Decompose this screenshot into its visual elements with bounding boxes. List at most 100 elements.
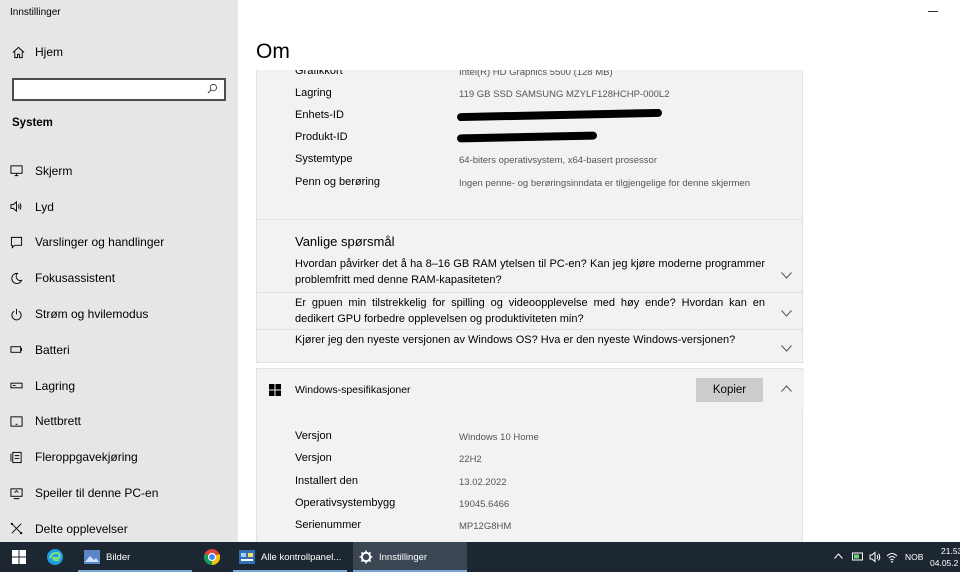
sidebar-item-strom[interactable]: Strøm og hvilemodus — [10, 296, 230, 332]
spec-value: MP12G8HM — [459, 521, 512, 532]
monitor-icon — [10, 165, 23, 177]
multitask-icon — [10, 451, 22, 463]
chevron-down-icon[interactable] — [781, 272, 792, 279]
windows-logo-icon — [269, 384, 281, 396]
tablet-icon — [10, 416, 23, 427]
redaction-mark — [456, 108, 663, 122]
copy-button[interactable]: Kopier — [696, 378, 763, 402]
chevron-up-icon[interactable] — [834, 553, 843, 559]
faq-question: Hvordan påvirker det å ha 8–16 GB RAM yt… — [295, 258, 765, 286]
faq-title: Vanlige spørsmål — [295, 234, 395, 249]
taskbar-app-label: Bilder — [106, 551, 131, 563]
edge-icon[interactable] — [46, 548, 64, 566]
spec-value: 64-biters operativsystem, x64-basert pro… — [459, 155, 657, 166]
chevron-up-icon[interactable] — [781, 385, 792, 392]
spec-key: Versjon — [295, 452, 332, 464]
faq-item-ram[interactable]: Hvordan påvirker det å ha 8–16 GB RAM yt… — [257, 255, 804, 292]
windows-specifications-card: Windows-spesifikasjoner Kopier Versjon W… — [256, 368, 804, 543]
faq-card: Vanlige spørsmål Hvordan påvirker det å … — [256, 219, 804, 363]
taskbar-app-photos[interactable]: Bilder — [78, 542, 192, 572]
nav-list: Skjerm Lyd Varslinger og handlinger Foku… — [10, 153, 230, 547]
sidebar-item-label: Nettbrett — [35, 414, 82, 429]
spec-key: Grafikkort — [295, 70, 343, 77]
home-label: Hjem — [35, 45, 64, 59]
chevron-down-icon[interactable] — [781, 345, 792, 352]
spec-key: Enhets-ID — [295, 109, 344, 121]
sidebar-item-varslinger[interactable]: Varslinger og handlinger — [10, 225, 230, 261]
spec-value: 119 GB SSD SAMSUNG MZYLF128HCHP-000L2 — [459, 89, 670, 100]
storage-icon — [10, 382, 23, 389]
windows-specifications-title: Windows-spesifikasjoner — [295, 384, 411, 396]
minimize-button[interactable] — [928, 11, 938, 12]
search-icon[interactable] — [207, 83, 218, 94]
sidebar-item-label: Varslinger og handlinger — [35, 235, 165, 250]
sidebar-item-skjerm[interactable]: Skjerm — [10, 153, 230, 189]
search-box[interactable] — [12, 78, 226, 101]
app-title: Innstillinger — [10, 7, 61, 18]
spec-key: Operativsystembygg — [295, 497, 396, 509]
spec-key: Serienummer — [295, 519, 362, 531]
chrome-icon[interactable] — [203, 548, 221, 566]
faq-question: Er gpuen min tilstrekkelig for spilling … — [295, 297, 765, 325]
search-input[interactable] — [14, 80, 202, 100]
home-icon — [12, 46, 25, 58]
spec-value: Windows 10 Home — [459, 432, 539, 443]
sidebar-item-lagring[interactable]: Lagring — [10, 368, 230, 404]
wifi-icon[interactable] — [886, 551, 898, 563]
spec-value: Intel(R) HD Graphics 5500 (128 MB) — [459, 70, 613, 78]
spec-key: Produkt-ID — [295, 131, 348, 143]
sidebar-item-lyd[interactable]: Lyd — [10, 189, 230, 225]
section-label-system: System — [12, 117, 53, 129]
sidebar-item-batteri[interactable]: Batteri — [10, 332, 230, 368]
sidebar-item-label: Fleroppgavekjøring — [35, 450, 138, 465]
taskbar-app-control-panel[interactable]: Alle kontrollpanel... — [233, 542, 347, 572]
sidebar-item-label: Delte opplevelser — [35, 521, 128, 536]
sidebar-item-label: Batteri — [35, 342, 70, 357]
clock-date: 04.05.2 — [930, 558, 959, 568]
faq-item-windows[interactable]: Kjører jeg den nyeste versjonen av Windo… — [257, 329, 804, 363]
page-title: Om — [256, 40, 290, 63]
home-nav-item[interactable]: Hjem — [12, 45, 63, 59]
sidebar-item-label: Lyd — [35, 199, 54, 214]
spec-key: Systemtype — [295, 153, 353, 165]
redaction-mark — [456, 131, 598, 143]
sidebar-item-label: Speiler til denne PC-en — [35, 486, 159, 501]
project-icon — [10, 487, 23, 499]
sidebar-item-fokusassistent[interactable]: Fokusassistent — [10, 260, 230, 296]
power-icon — [11, 308, 22, 320]
spec-value: 22H2 — [459, 454, 482, 465]
device-specifications-card: Grafikkort Intel(R) HD Graphics 5500 (12… — [256, 70, 803, 220]
spec-key: Versjon — [295, 430, 332, 442]
sidebar-item-nettbrett[interactable]: Nettbrett — [10, 404, 230, 440]
spec-key: Installert den — [295, 475, 358, 487]
taskbar: Bilder Alle kontrollpanel... Innstilling… — [0, 542, 960, 572]
notification-icon — [10, 236, 23, 249]
speaker-icon — [10, 201, 22, 213]
battery-icon[interactable] — [852, 551, 864, 562]
spec-value: Ingen penne- og berøringsinndata er tilg… — [459, 178, 750, 189]
taskbar-app-label: Alle kontrollpanel... — [261, 551, 342, 563]
speaker-icon[interactable] — [869, 551, 881, 563]
language-indicator[interactable]: NOB — [905, 552, 923, 562]
moon-icon — [11, 272, 23, 284]
spec-value: 13.02.2022 — [459, 477, 507, 488]
spec-key: Lagring — [295, 87, 332, 99]
sidebar-item-fleroppgave[interactable]: Fleroppgavekjøring — [10, 439, 230, 475]
clock[interactable]: 21.53 04.05.2 — [930, 545, 960, 569]
faq-item-gpu[interactable]: Er gpuen min tilstrekkelig for spilling … — [257, 292, 804, 329]
sidebar-item-label: Fokusassistent — [35, 271, 116, 286]
spec-key: Penn og berøring — [295, 176, 380, 188]
sidebar-item-speiler[interactable]: Speiler til denne PC-en — [10, 475, 230, 511]
windows-specifications-header[interactable]: Windows-spesifikasjoner Kopier — [257, 369, 804, 409]
clock-time: 21.53 — [941, 546, 960, 556]
taskbar-app-label: Innstillinger — [379, 551, 428, 563]
shared-icon — [10, 523, 23, 535]
start-icon[interactable] — [12, 550, 26, 564]
faq-question: Kjører jeg den nyeste versjonen av Windo… — [295, 334, 736, 346]
chevron-down-icon[interactable] — [781, 310, 792, 317]
sidebar-item-label: Skjerm — [35, 163, 73, 178]
taskbar-app-settings[interactable]: Innstillinger — [353, 542, 467, 572]
settings-gear-icon — [359, 550, 373, 564]
sidebar: Innstillinger Hjem System Skjerm Lyd Var… — [0, 0, 238, 542]
battery-icon — [10, 346, 23, 354]
